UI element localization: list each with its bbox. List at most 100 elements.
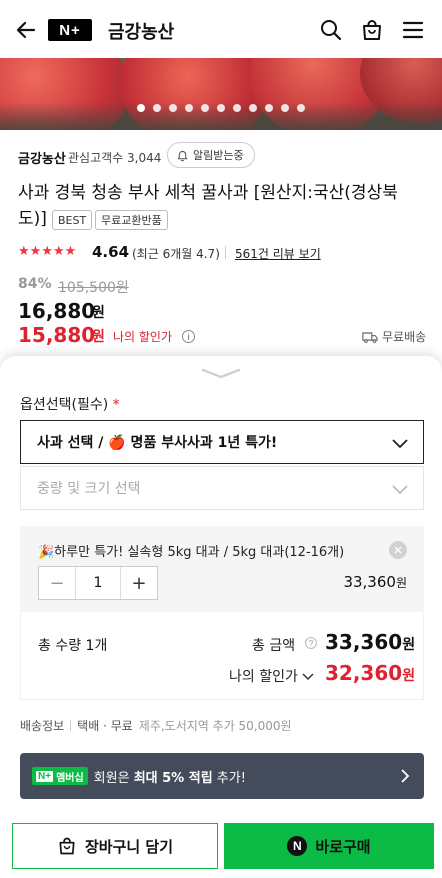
gallery-dot[interactable] (137, 104, 145, 112)
product-title-line2: 도)] (18, 209, 47, 229)
total-amount-label: 총 금액 (252, 638, 296, 654)
product-image-gallery[interactable] (0, 58, 442, 130)
membership-banner[interactable]: N+ 멤버십 회원은 최대 5% 적립 추가! (20, 753, 424, 799)
my-discount-price-unit: 원 (92, 329, 105, 345)
add-to-cart-label: 장바구니 담기 (84, 837, 174, 856)
selected-option-name: 🎉하루만 특가! 실속형 5kg 대과 / 5kg 대과(12-16개) (38, 545, 345, 560)
divider (70, 720, 72, 731)
star-icon: ★ (52, 244, 65, 259)
chevron-down-icon (392, 439, 408, 449)
rating-stars: ★ ★ ★ ★ ★ (18, 244, 76, 260)
back-arrow-icon[interactable] (14, 18, 38, 42)
my-discount-total-toggle[interactable]: 나의 할인가 (229, 666, 314, 686)
delivery-info: 배송정보 택배 · 무료 제주,도서지역 추가 50,000원 (20, 717, 292, 734)
option-title-text: 옵션선택(필수) (20, 397, 109, 413)
recent-rating: (최근 6개월 4.7) (132, 247, 220, 261)
star-icon: ★ (64, 244, 77, 259)
truck-icon (362, 331, 378, 343)
divider (225, 246, 226, 259)
chevron-down-icon (302, 673, 314, 681)
gallery-dot[interactable] (249, 104, 257, 112)
increase-quantity-button[interactable]: + (121, 567, 157, 599)
hamburger-menu-icon[interactable] (401, 18, 425, 42)
search-icon[interactable] (319, 18, 343, 42)
free-shipping: 무료배송 (362, 328, 426, 345)
membership-badge-text: 멤버십 (56, 772, 84, 784)
gallery-dot[interactable] (297, 104, 305, 112)
option-section-title: 옵션선택(필수) * (20, 394, 120, 414)
gallery-dot[interactable] (281, 104, 289, 112)
gallery-dot[interactable] (153, 104, 161, 112)
sheet-collapse-chevron-icon[interactable] (200, 366, 242, 380)
total-amount-value: 33,360 (325, 630, 403, 654)
membership-message: 회원은 최대 5% 적립 추가! (94, 767, 246, 786)
follower-count: 관심고객수 3,044 (68, 151, 162, 165)
gallery-pagination (0, 104, 442, 112)
membership-badge: N+ 멤버십 (32, 767, 88, 785)
gallery-dot[interactable] (265, 104, 273, 112)
decrease-quantity-button[interactable]: − (39, 567, 75, 599)
seller-name[interactable]: 금강농산 (18, 148, 66, 167)
my-discount-label: 나의 할인가 (113, 330, 173, 344)
best-badge: BEST (52, 210, 93, 230)
buy-now-label: 바로구매 (315, 837, 371, 856)
info-icon[interactable]: i (182, 330, 195, 343)
add-to-cart-button[interactable]: 장바구니 담기 (12, 823, 218, 869)
star-icon: ★ (41, 244, 53, 259)
notification-subscribed-button[interactable]: 알림받는중 (167, 142, 255, 168)
my-discount-total-label: 나의 할인가 (229, 669, 298, 685)
sale-price: 16,880 (18, 299, 96, 323)
buy-now-button[interactable]: N 바로구매 (224, 823, 434, 869)
star-icon: ★ (18, 244, 30, 259)
delivery-method: 택배 · 무료 (77, 719, 133, 733)
delivery-label: 배송정보 (20, 719, 65, 733)
top-header: N+ 금강농산 (0, 0, 442, 60)
shopping-bag-icon[interactable] (360, 18, 384, 42)
selected-option-price: 33,360원 (343, 573, 407, 591)
total-quantity-label: 총 수량 (38, 638, 82, 654)
delivery-extra-fee: 제주,도서지역 추가 50,000원 (138, 719, 292, 733)
gallery-dot[interactable] (217, 104, 225, 112)
bell-check-icon (177, 150, 188, 161)
option-select-2-placeholder: 중량 및 크기 선택 (37, 481, 141, 497)
alarm-label: 알림받는중 (193, 149, 244, 162)
required-mark: * (112, 397, 120, 413)
naver-pay-icon: N (287, 836, 308, 856)
gallery-dot[interactable] (185, 104, 193, 112)
option-select-2[interactable]: 중량 및 크기 선택 (20, 466, 424, 510)
quantity-value[interactable]: 1 (75, 567, 121, 599)
discount-rate: 84% (18, 276, 52, 292)
rating-value: 4.64 (92, 243, 130, 261)
free-return-badge: 무료교환반품 (95, 210, 168, 230)
membership-text-prefix: 회원은 (93, 770, 134, 786)
naver-plus-logo[interactable]: N+ (48, 19, 92, 41)
option-price-value: 33,360 (343, 573, 396, 591)
totals-panel (20, 614, 424, 700)
chevron-right-icon (401, 769, 410, 783)
help-icon[interactable]: ? (305, 637, 317, 649)
remove-option-icon[interactable] (389, 541, 407, 559)
sale-price-unit: 원 (92, 305, 105, 321)
shopping-bag-icon (59, 837, 75, 855)
total-amount: 33,360원 (325, 630, 415, 654)
gallery-dot[interactable] (169, 104, 177, 112)
membership-badge-logo: N+ (36, 770, 54, 782)
my-discount-total: 32,360원 (325, 661, 415, 685)
original-price: 105,500원 (58, 280, 129, 296)
view-reviews-link[interactable]: 561건 리뷰 보기 (235, 245, 321, 262)
free-shipping-label: 무료배송 (382, 330, 427, 344)
option-select-1-value: 사과 선택 / 🍎 명품 부사사과 1년 특가! (37, 435, 278, 451)
total-quantity-unit: 개 (94, 638, 108, 654)
membership-text-highlight: 최대 5% 적립 (133, 770, 213, 786)
product-title: 사과 경북 청송 부사 세척 꿀사과 [원산지:국산(경상북 (18, 183, 398, 203)
store-name[interactable]: 금강농산 (108, 18, 174, 44)
gallery-dot[interactable] (233, 104, 241, 112)
my-discount-total-value: 32,360 (325, 661, 403, 685)
option-price-unit: 원 (395, 576, 407, 590)
quantity-stepper: − 1 + (38, 566, 158, 600)
option-select-1[interactable]: 사과 선택 / 🍎 명품 부사사과 1년 특가! (20, 420, 424, 464)
my-discount-total-unit: 원 (402, 668, 416, 684)
membership-text-suffix: 추가! (212, 770, 246, 786)
gallery-dot[interactable] (201, 104, 209, 112)
my-discount-price: 15,880 (18, 323, 96, 347)
